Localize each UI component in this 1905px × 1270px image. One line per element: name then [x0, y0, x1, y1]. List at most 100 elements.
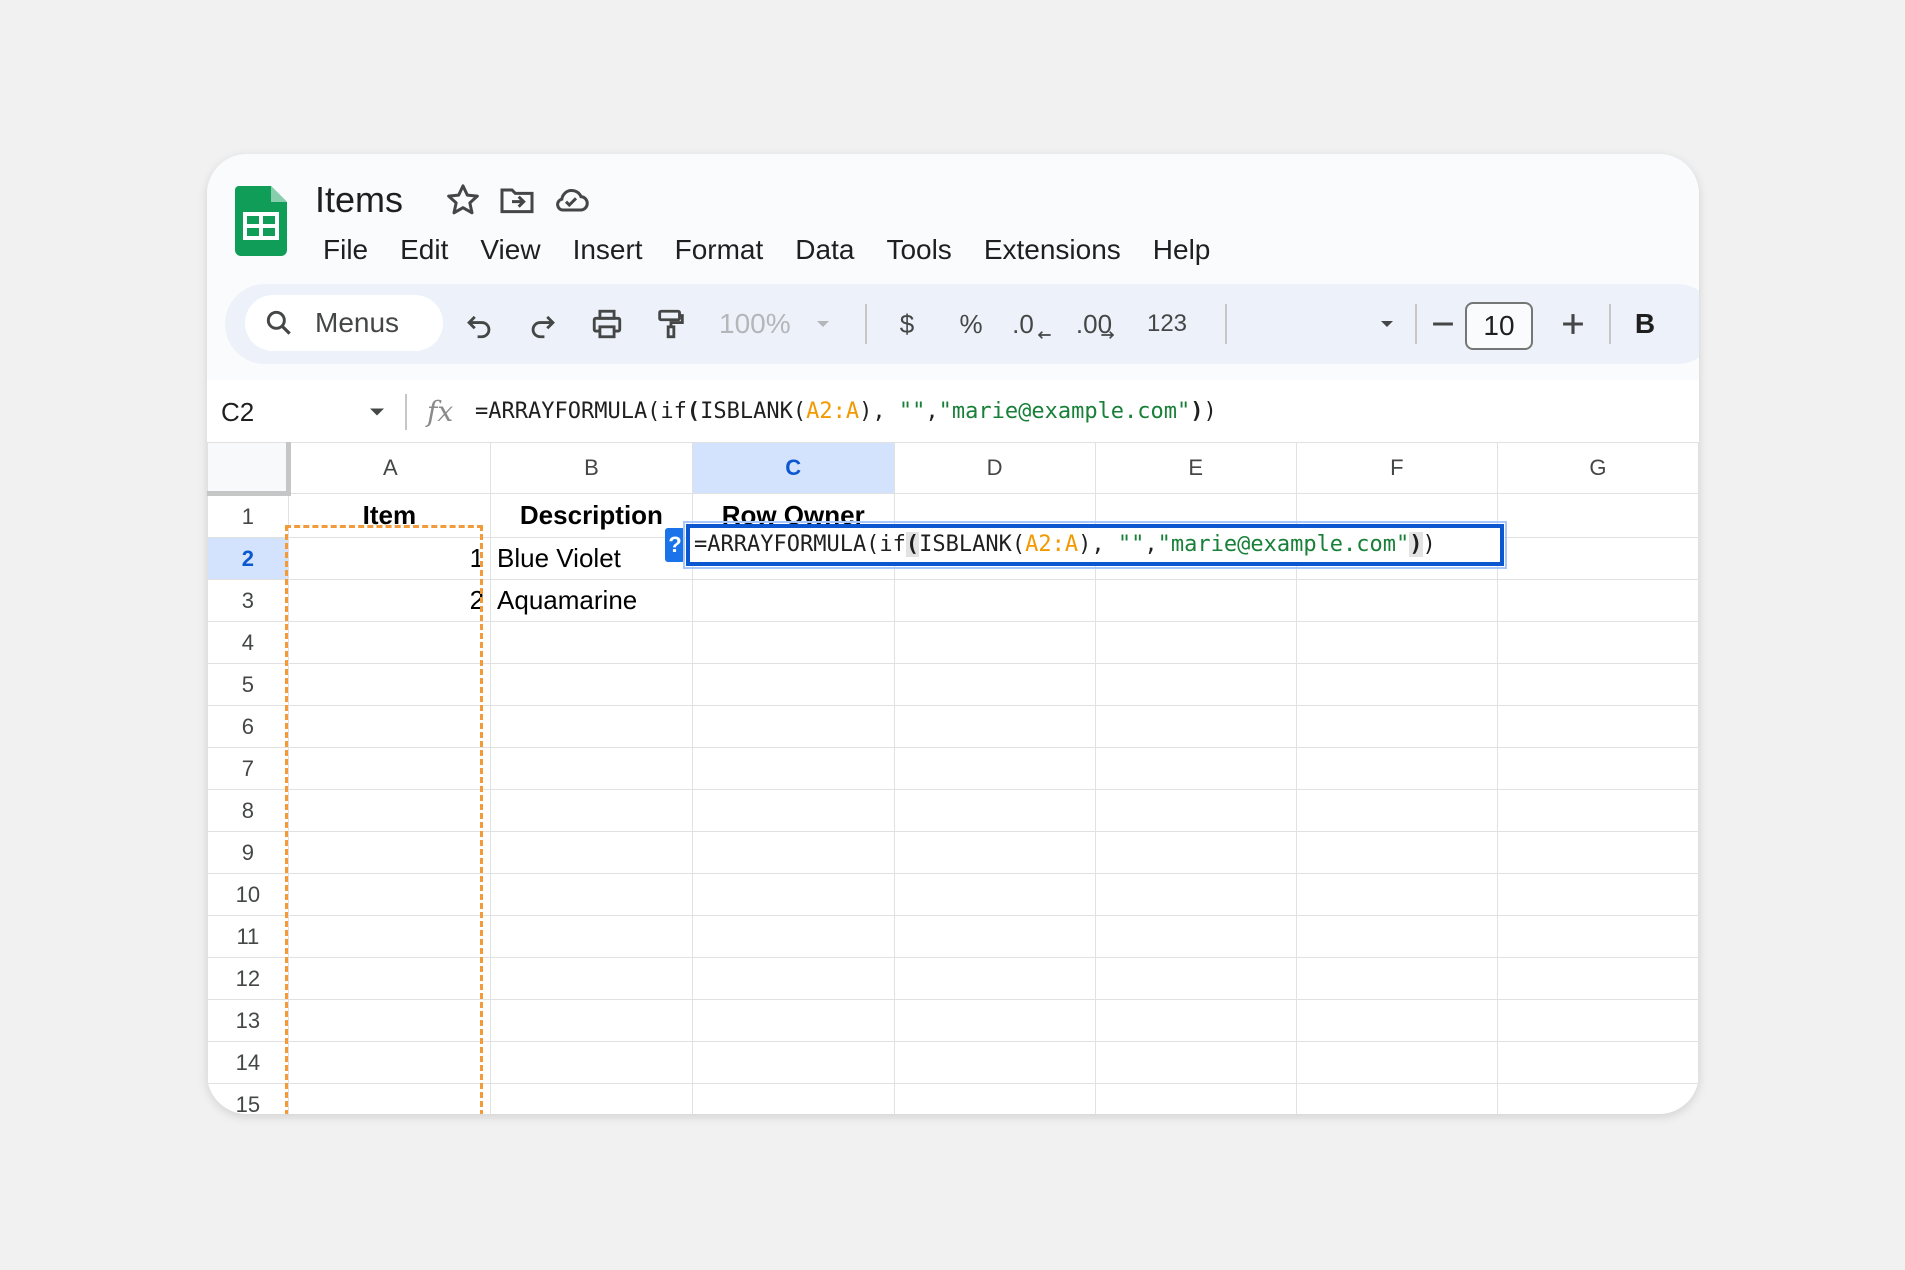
cell[interactable] — [490, 831, 693, 874]
cell[interactable] — [691, 1041, 895, 1084]
cell[interactable] — [893, 789, 1096, 832]
cell[interactable] — [691, 705, 895, 748]
cell[interactable] — [1295, 831, 1498, 874]
cell-b2[interactable]: Blue Violet — [490, 537, 693, 580]
menu-extensions[interactable]: Extensions — [968, 224, 1137, 276]
select-all-corner[interactable] — [207, 442, 291, 496]
menu-view[interactable]: View — [464, 224, 556, 276]
cell[interactable] — [287, 831, 492, 874]
cell[interactable] — [1496, 873, 1699, 916]
menu-file[interactable]: File — [307, 224, 384, 276]
cell[interactable] — [1295, 747, 1498, 790]
cell[interactable] — [1295, 789, 1498, 832]
menu-insert[interactable]: Insert — [557, 224, 659, 276]
cell[interactable] — [1094, 915, 1297, 958]
row-header[interactable]: 6 — [207, 705, 289, 748]
column-header-a[interactable]: A — [287, 442, 492, 494]
cell[interactable] — [1496, 705, 1699, 748]
cell[interactable] — [490, 873, 693, 916]
cell[interactable] — [490, 663, 693, 706]
font-select-dropdown[interactable] — [1365, 298, 1409, 350]
cell[interactable] — [893, 873, 1096, 916]
row-header[interactable]: 1 — [207, 493, 289, 538]
cell[interactable] — [490, 1083, 693, 1114]
cell[interactable] — [691, 621, 895, 664]
more-formats-button[interactable]: 123 — [1145, 298, 1189, 350]
cell-a3[interactable]: 2 — [287, 579, 492, 622]
redo-button[interactable] — [521, 298, 565, 350]
cell-b1[interactable]: Description — [490, 493, 693, 538]
formula-input[interactable]: =ARRAYFORMULA(if(ISBLANK(A2:A), "","mari… — [475, 380, 1217, 444]
cell[interactable] — [490, 621, 693, 664]
cell[interactable] — [1496, 831, 1699, 874]
cell[interactable] — [893, 621, 1096, 664]
cell-b3[interactable]: Aquamarine — [490, 579, 693, 622]
cell[interactable] — [1094, 663, 1297, 706]
row-header[interactable]: 2 — [207, 537, 289, 580]
cell[interactable] — [287, 747, 492, 790]
cell[interactable] — [893, 831, 1096, 874]
cell[interactable] — [1094, 579, 1297, 622]
cell[interactable] — [1295, 705, 1498, 748]
cell[interactable] — [1094, 873, 1297, 916]
cell[interactable] — [287, 1083, 492, 1114]
cell[interactable] — [1094, 999, 1297, 1042]
row-header[interactable]: 8 — [207, 789, 289, 832]
cell[interactable] — [893, 579, 1096, 622]
cell[interactable] — [1295, 621, 1498, 664]
row-header[interactable]: 11 — [207, 915, 289, 958]
cloud-saved-icon[interactable] — [551, 180, 591, 220]
cell[interactable] — [691, 747, 895, 790]
font-size-input[interactable]: 10 — [1465, 302, 1533, 350]
search-menus-button[interactable]: Menus — [245, 295, 443, 351]
cell[interactable] — [1496, 663, 1699, 706]
cell[interactable] — [1496, 957, 1699, 1000]
decrease-decimal-button[interactable]: .0 — [1011, 298, 1055, 350]
cell[interactable] — [1094, 621, 1297, 664]
cell[interactable] — [893, 999, 1096, 1042]
cell[interactable] — [1295, 579, 1498, 622]
cell-a2[interactable]: 1 — [287, 537, 492, 580]
menu-edit[interactable]: Edit — [384, 224, 464, 276]
cell-a1[interactable]: Item — [287, 493, 492, 538]
cell[interactable] — [893, 747, 1096, 790]
cell[interactable] — [893, 663, 1096, 706]
cell[interactable] — [287, 873, 492, 916]
cell[interactable] — [691, 1083, 895, 1114]
row-header[interactable]: 14 — [207, 1041, 289, 1084]
row-header[interactable]: 9 — [207, 831, 289, 874]
paint-format-button[interactable] — [649, 298, 693, 350]
cell[interactable] — [1295, 915, 1498, 958]
cell[interactable] — [1496, 915, 1699, 958]
cell[interactable] — [287, 663, 492, 706]
cell[interactable] — [1295, 873, 1498, 916]
menu-data[interactable]: Data — [779, 224, 870, 276]
cell[interactable] — [691, 579, 895, 622]
row-header[interactable]: 3 — [207, 579, 289, 622]
cell[interactable] — [1094, 831, 1297, 874]
cell[interactable] — [1295, 999, 1498, 1042]
cell[interactable] — [691, 915, 895, 958]
chevron-down-icon[interactable] — [363, 398, 391, 426]
cell[interactable] — [287, 621, 492, 664]
cell[interactable] — [490, 789, 693, 832]
cell[interactable] — [893, 1041, 1096, 1084]
cell[interactable] — [287, 789, 492, 832]
row-header[interactable]: 15 — [207, 1083, 289, 1114]
cell[interactable] — [691, 957, 895, 1000]
menu-help[interactable]: Help — [1137, 224, 1227, 276]
cell[interactable] — [1295, 663, 1498, 706]
cell-editor-input[interactable]: =ARRAYFORMULA(if(ISBLANK(A2:A), "","mari… — [686, 524, 1504, 566]
cell[interactable] — [893, 705, 1096, 748]
sheets-logo-icon[interactable] — [235, 186, 287, 256]
cell[interactable] — [893, 957, 1096, 1000]
cell-g2[interactable] — [1496, 537, 1699, 580]
cell[interactable] — [691, 789, 895, 832]
cell[interactable] — [1496, 1083, 1699, 1114]
cell[interactable] — [1295, 957, 1498, 1000]
column-header-c[interactable]: C — [691, 442, 895, 494]
cell[interactable] — [287, 999, 492, 1042]
cell[interactable] — [1496, 747, 1699, 790]
cell[interactable] — [1094, 1041, 1297, 1084]
row-header[interactable]: 12 — [207, 957, 289, 1000]
